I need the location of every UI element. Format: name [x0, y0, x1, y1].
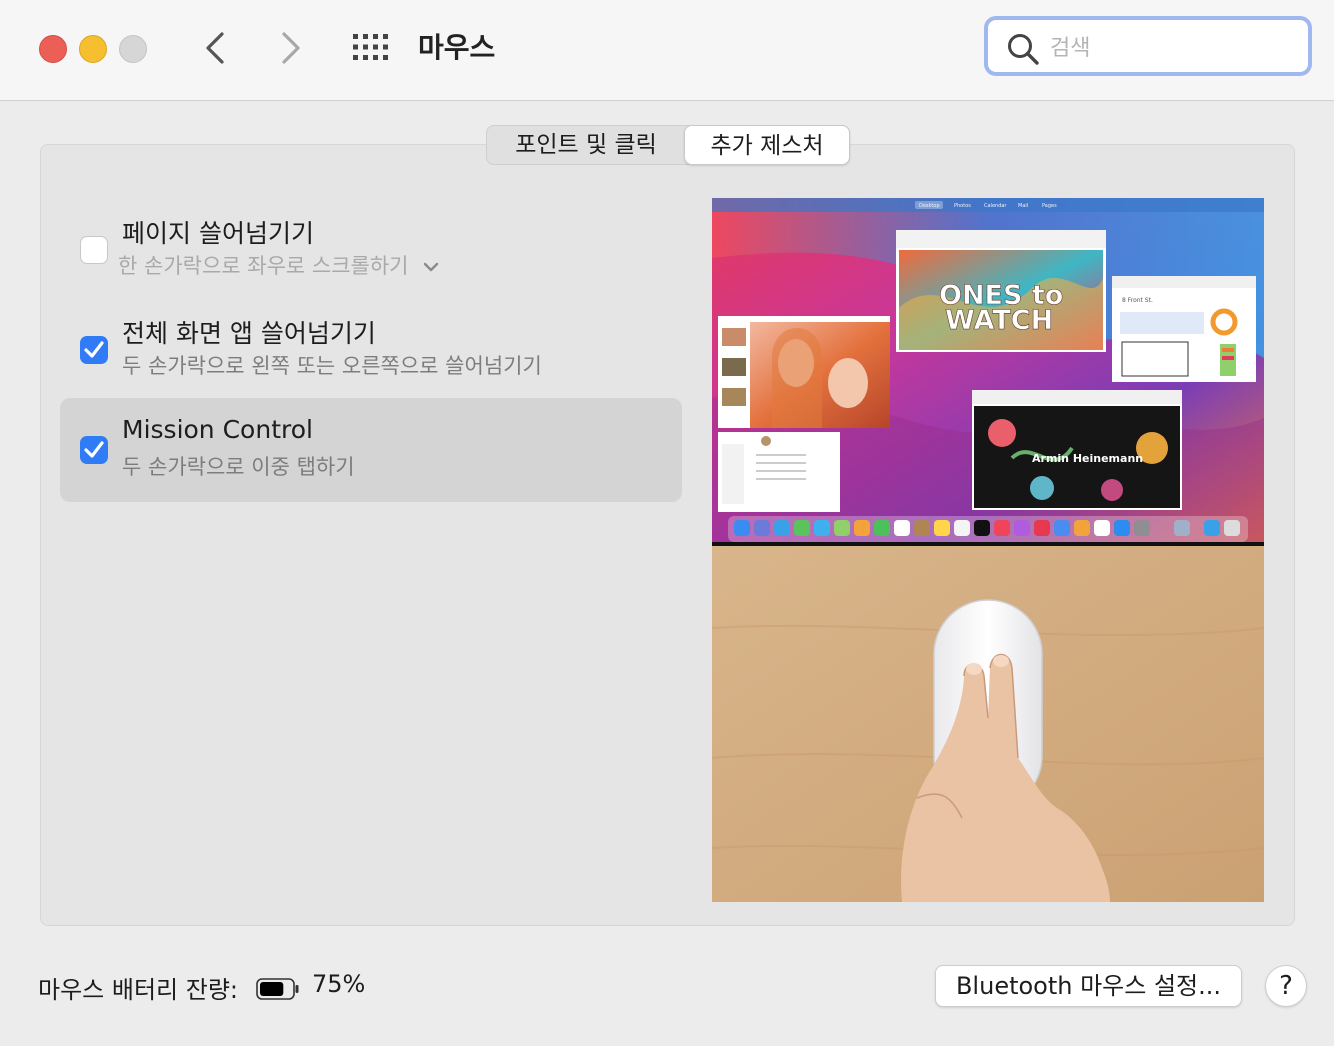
- tab-control: 포인트 및 클릭 추가 제스처: [486, 125, 850, 165]
- website-window-thumbnail: Armin Heinemann: [972, 390, 1182, 510]
- tab-more-gestures[interactable]: 추가 제스처: [684, 125, 850, 165]
- bluetooth-mouse-setup-button[interactable]: Bluetooth 마우스 설정...: [935, 965, 1242, 1007]
- safari-window-thumbnail: ONES to WATCH: [896, 230, 1106, 352]
- show-all-button[interactable]: [352, 33, 390, 61]
- hand-on-mouse-illustration: [712, 546, 1264, 902]
- help-button[interactable]: ?: [1265, 965, 1307, 1007]
- option-swipe-between-pages[interactable]: 페이지 쓸어넘기기 한 손가락으로 좌우로 스크롤하기: [60, 198, 682, 302]
- option-title: 전체 화면 앱 쓸어넘기기: [122, 319, 376, 348]
- zoom-button[interactable]: [119, 35, 147, 63]
- space-label: Mail: [1018, 203, 1028, 209]
- mission-control-checkbox[interactable]: [80, 436, 108, 464]
- space-label: Pages: [1042, 203, 1057, 209]
- minimize-button[interactable]: [79, 35, 107, 63]
- space-label: Desktop: [919, 203, 940, 209]
- swipe-pages-popup[interactable]: 한 손가락으로 좌우로 스크롤하기: [118, 250, 439, 280]
- dock: [728, 516, 1248, 542]
- numbers-window-thumbnail: 8 Front St.: [1112, 276, 1256, 382]
- poster-text: WATCH: [945, 305, 1053, 336]
- photos-window-thumbnail: [718, 316, 890, 428]
- back-button[interactable]: [196, 28, 236, 68]
- space-label: Photos: [954, 203, 971, 209]
- desktop-screen: Desktop Photos Calendar Mail Pages ONES …: [712, 198, 1264, 546]
- option-subtitle: 두 손가락으로 왼쪽 또는 오른쪽으로 쓸어넘기기: [122, 354, 542, 378]
- option-title: 페이지 쓸어넘기기: [122, 219, 314, 248]
- grid-icon: [353, 34, 388, 60]
- space-label: Calendar: [984, 203, 1007, 209]
- forward-button[interactable]: [270, 28, 310, 68]
- sheet-title: 8 Front St.: [1122, 297, 1153, 304]
- artist-name: Armin Heinemann: [1032, 452, 1143, 465]
- option-subtitle: 한 손가락으로 좌우로 스크롤하기: [118, 254, 409, 278]
- option-swipe-between-fullscreen-apps[interactable]: 전체 화면 앱 쓸어넘기기 두 손가락으로 왼쪽 또는 오른쪽으로 쓸어넘기기: [60, 298, 682, 402]
- search-input[interactable]: [1048, 30, 1292, 66]
- back-chevron-icon: [206, 32, 224, 64]
- option-subtitle: 두 손가락으로 이중 탭하기: [122, 455, 355, 479]
- close-button[interactable]: [39, 35, 67, 63]
- gesture-preview: Desktop Photos Calendar Mail Pages ONES …: [712, 198, 1264, 902]
- battery-label: 마우스 배터리 잔량:: [38, 976, 238, 1004]
- checkmark-icon: [84, 341, 104, 358]
- title-bar: 마우스: [0, 0, 1334, 101]
- fullscreen-swipe-checkbox[interactable]: [80, 336, 108, 364]
- contacts-window-thumbnail: [718, 432, 840, 512]
- window-title: 마우스: [418, 31, 496, 64]
- swipe-pages-checkbox[interactable]: [80, 236, 108, 264]
- search-icon: [1008, 34, 1039, 65]
- chevron-down-icon: [424, 262, 439, 272]
- forward-chevron-icon: [282, 32, 300, 64]
- option-mission-control[interactable]: Mission Control 두 손가락으로 이중 탭하기: [60, 398, 682, 502]
- battery-percent: 75%: [312, 970, 366, 998]
- tab-point-and-click[interactable]: 포인트 및 클릭: [487, 126, 685, 164]
- option-title: Mission Control: [122, 415, 313, 444]
- search-field[interactable]: [984, 16, 1312, 76]
- checkmark-icon: [84, 441, 104, 458]
- battery-icon: [256, 978, 299, 1000]
